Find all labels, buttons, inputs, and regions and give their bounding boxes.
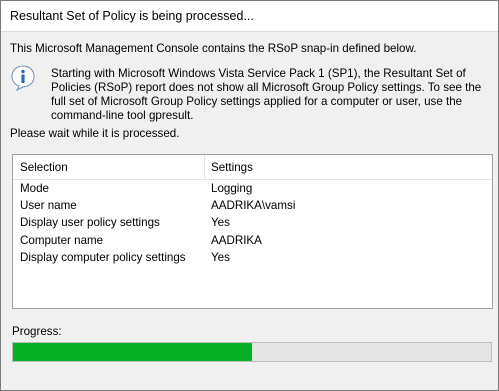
info-icon [11, 65, 35, 91]
row-selection: Mode [20, 182, 50, 195]
title-bar[interactable]: Resultant Set of Policy is being process… [1, 1, 498, 32]
column-divider[interactable] [204, 155, 205, 179]
intro-text: This Microsoft Management Console contai… [10, 42, 417, 55]
info-message: Starting with Microsoft Windows Vista Se… [51, 67, 482, 122]
list-row[interactable]: Computer name AADRIKA [13, 233, 492, 250]
window-title: Resultant Set of Policy is being process… [10, 9, 254, 23]
row-setting: Logging [211, 182, 253, 195]
row-setting: AADRIKA\vamsi [211, 199, 296, 212]
row-setting: AADRIKA [211, 234, 262, 247]
rsop-dialog: Resultant Set of Policy is being process… [0, 0, 499, 391]
list-row[interactable]: User name AADRIKA\vamsi [13, 198, 492, 215]
row-selection: Computer name [20, 234, 104, 247]
progress-fill [13, 343, 252, 361]
wait-text: Please wait while it is processed. [10, 127, 180, 140]
row-setting: Yes [211, 216, 230, 229]
list-row[interactable]: Mode Logging [13, 181, 492, 198]
row-selection: User name [20, 199, 77, 212]
rsop-settings-list[interactable]: Selection Settings Mode Logging User nam… [12, 154, 493, 309]
progress-bar [12, 342, 492, 362]
list-row[interactable]: Display computer policy settings Yes [13, 250, 492, 267]
column-header-settings[interactable]: Settings [211, 161, 253, 174]
progress-label: Progress: [12, 325, 62, 338]
row-setting: Yes [211, 251, 230, 264]
row-selection: Display computer policy settings [20, 251, 186, 264]
column-header-selection[interactable]: Selection [20, 161, 68, 174]
list-row[interactable]: Display user policy settings Yes [13, 215, 492, 232]
list-header: Selection Settings [13, 155, 492, 180]
row-selection: Display user policy settings [20, 216, 160, 229]
